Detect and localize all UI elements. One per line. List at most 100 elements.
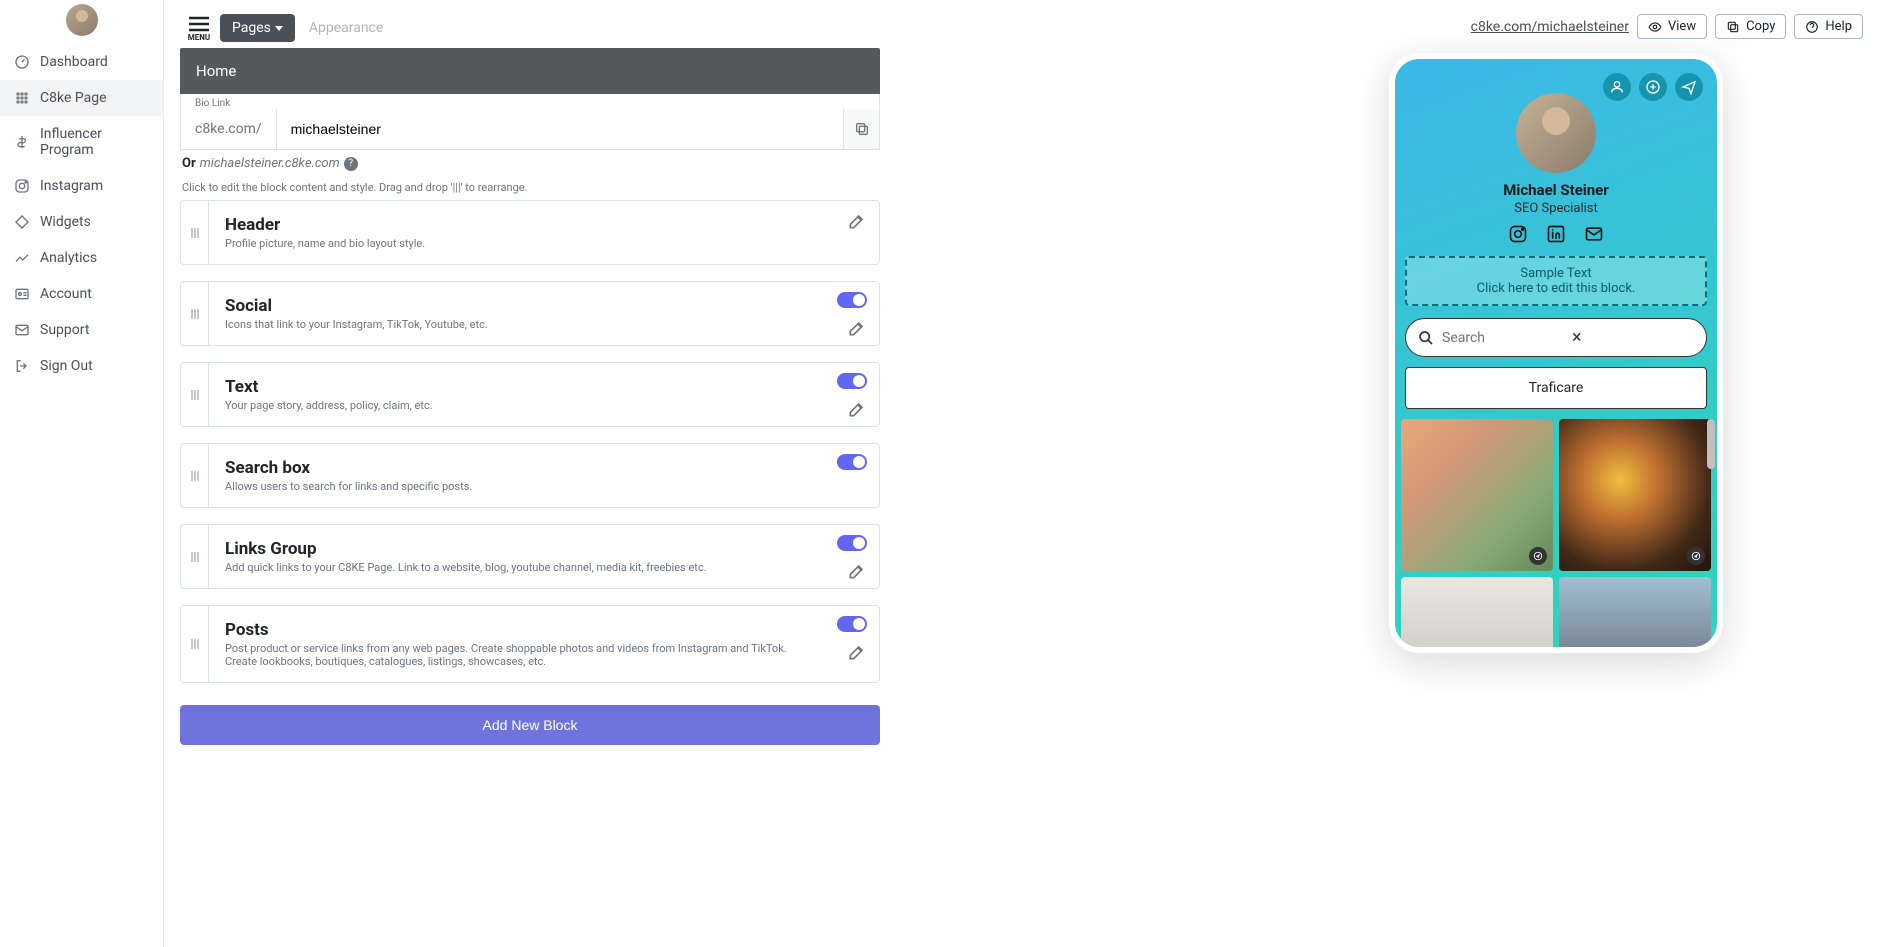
preview-link-button[interactable]: Traficare (1405, 367, 1707, 409)
sidebar-item-label: Account (40, 286, 92, 302)
bio-link-input[interactable] (277, 109, 843, 149)
hamburger-icon (186, 15, 212, 33)
sample-text-title: Sample Text (1415, 266, 1697, 281)
block-toggle[interactable] (837, 373, 867, 389)
view-button[interactable]: View (1637, 14, 1707, 39)
chevron-down-icon (275, 26, 283, 31)
help-button[interactable]: Help (1794, 14, 1863, 39)
linkedin-icon[interactable] (1546, 224, 1566, 244)
sidebar-item-account[interactable]: Account (0, 276, 163, 312)
sidebar-item-support[interactable]: Support (0, 312, 163, 348)
tab-label: Appearance (309, 20, 383, 36)
edit-block-button[interactable] (847, 561, 867, 585)
menu-label: MENU (188, 33, 210, 42)
edit-block-button[interactable] (847, 318, 867, 342)
bio-link-prefix: c8ke.com/ (181, 109, 277, 149)
tab-appearance[interactable]: Appearance (297, 14, 395, 42)
menu-button[interactable]: MENU (180, 15, 218, 42)
mail-icon (14, 322, 30, 338)
sidebar-item-sign-out[interactable]: Sign Out (0, 348, 163, 384)
block-search-box[interactable]: Search box Allows users to search for lin… (180, 443, 880, 508)
grid-icon (14, 90, 30, 106)
block-posts[interactable]: PostsPost product or service links from … (180, 605, 880, 683)
sidebar-item-label: Support (40, 322, 89, 338)
block-toggle[interactable] (837, 292, 867, 308)
search-icon (1418, 330, 1434, 346)
button-label: Help (1825, 19, 1852, 34)
card-icon (14, 286, 30, 302)
drag-handle[interactable] (181, 525, 209, 588)
sidebar-item-label: Sign Out (40, 358, 93, 374)
sidebar-item-analytics[interactable]: Analytics (0, 240, 163, 276)
public-url-link[interactable]: c8ke.com/michaelsteiner (1471, 19, 1629, 35)
sidebar-item-label: C8ke Page (40, 90, 107, 106)
help-icon[interactable]: ? (344, 157, 358, 171)
preview-subtitle: SEO Specialist (1395, 201, 1717, 216)
copy-button[interactable]: Copy (1715, 14, 1786, 39)
sidebar-item-c8ke-page[interactable]: C8ke Page (0, 80, 163, 116)
block-header[interactable]: HeaderProfile picture, name and bio layo… (180, 200, 880, 265)
help-icon (1805, 20, 1819, 34)
block-desc: Add quick links to your C8KE Page. Link … (225, 561, 815, 574)
edit-block-button[interactable] (847, 211, 867, 235)
user-avatar[interactable] (0, 4, 163, 44)
preview-add-icon[interactable] (1639, 73, 1667, 101)
instagram-icon (14, 178, 30, 194)
diamond-icon (14, 214, 30, 230)
tab-label: Pages (232, 20, 271, 36)
preview-text-block[interactable]: Sample Text Click here to edit this bloc… (1405, 256, 1707, 306)
mail-icon[interactable] (1584, 224, 1604, 244)
block-desc: Allows users to search for links and spe… (225, 480, 815, 493)
sidebar-item-label: Instagram (40, 178, 103, 194)
block-social[interactable]: Social Icons that link to your Instagram,… (180, 281, 880, 346)
copy-icon (1726, 20, 1740, 34)
bio-link-label: Bio Link (181, 94, 879, 109)
drag-handle[interactable] (181, 201, 209, 264)
block-desc: Profile picture, name and bio layout sty… (225, 237, 815, 250)
block-text[interactable]: Text Your page story, address, policy, cl… (180, 362, 880, 427)
preview-post[interactable] (1401, 577, 1553, 647)
sidebar-item-instagram[interactable]: Instagram (0, 168, 163, 204)
block-toggle[interactable] (837, 616, 867, 632)
block-toggle[interactable] (837, 454, 867, 470)
eye-icon (1648, 20, 1662, 34)
block-links-group[interactable]: Links Group Add quick links to your C8KE … (180, 524, 880, 589)
sidebar-item-dashboard[interactable]: Dashboard (0, 44, 163, 80)
block-title: Social (225, 296, 863, 316)
preview-post[interactable] (1401, 419, 1553, 571)
block-toggle[interactable] (837, 535, 867, 551)
preview-name: Michael Steiner (1395, 181, 1717, 199)
sidebar-item-influencer-program[interactable]: Influencer Program (0, 116, 163, 168)
compass-icon (1529, 547, 1547, 565)
preview-socials (1395, 224, 1717, 244)
drag-handle[interactable] (181, 282, 209, 345)
instagram-icon[interactable] (1508, 224, 1528, 244)
block-desc: Your page story, address, policy, claim,… (225, 399, 815, 412)
drag-handle[interactable] (181, 606, 209, 682)
block-title: Text (225, 377, 863, 397)
chart-icon (14, 250, 30, 266)
edit-block-button[interactable] (847, 399, 867, 423)
tab-pages[interactable]: Pages (220, 14, 295, 42)
copy-bio-link-button[interactable] (843, 109, 879, 149)
add-new-block-button[interactable]: Add New Block (180, 705, 880, 745)
scrollbar[interactable] (1707, 419, 1715, 469)
preview-toolbar: c8ke.com/michaelsteiner View Copy Help (1471, 14, 1863, 39)
page-title: Home (196, 62, 236, 80)
sidebar-item-widgets[interactable]: Widgets (0, 204, 163, 240)
phone-preview: Michael Steiner SEO Specialist Sample Te… (1389, 53, 1723, 653)
drag-handle[interactable] (181, 363, 209, 426)
preview-post[interactable] (1559, 419, 1711, 571)
drag-handle[interactable] (181, 444, 209, 507)
block-desc: Icons that link to your Instagram, TikTo… (225, 318, 815, 331)
sidebar-item-label: Widgets (40, 214, 91, 230)
edit-block-button[interactable] (847, 642, 867, 666)
clear-search-icon[interactable]: × (1572, 327, 1694, 348)
preview-search[interactable]: Search × (1405, 318, 1707, 357)
block-title: Links Group (225, 539, 863, 559)
preview-post[interactable] (1559, 577, 1711, 647)
block-title: Search box (225, 458, 863, 478)
preview-share-icon[interactable] (1675, 73, 1703, 101)
preview-user-icon[interactable] (1603, 73, 1631, 101)
alt-domain[interactable]: michaelsteiner.c8ke.com (200, 156, 340, 171)
